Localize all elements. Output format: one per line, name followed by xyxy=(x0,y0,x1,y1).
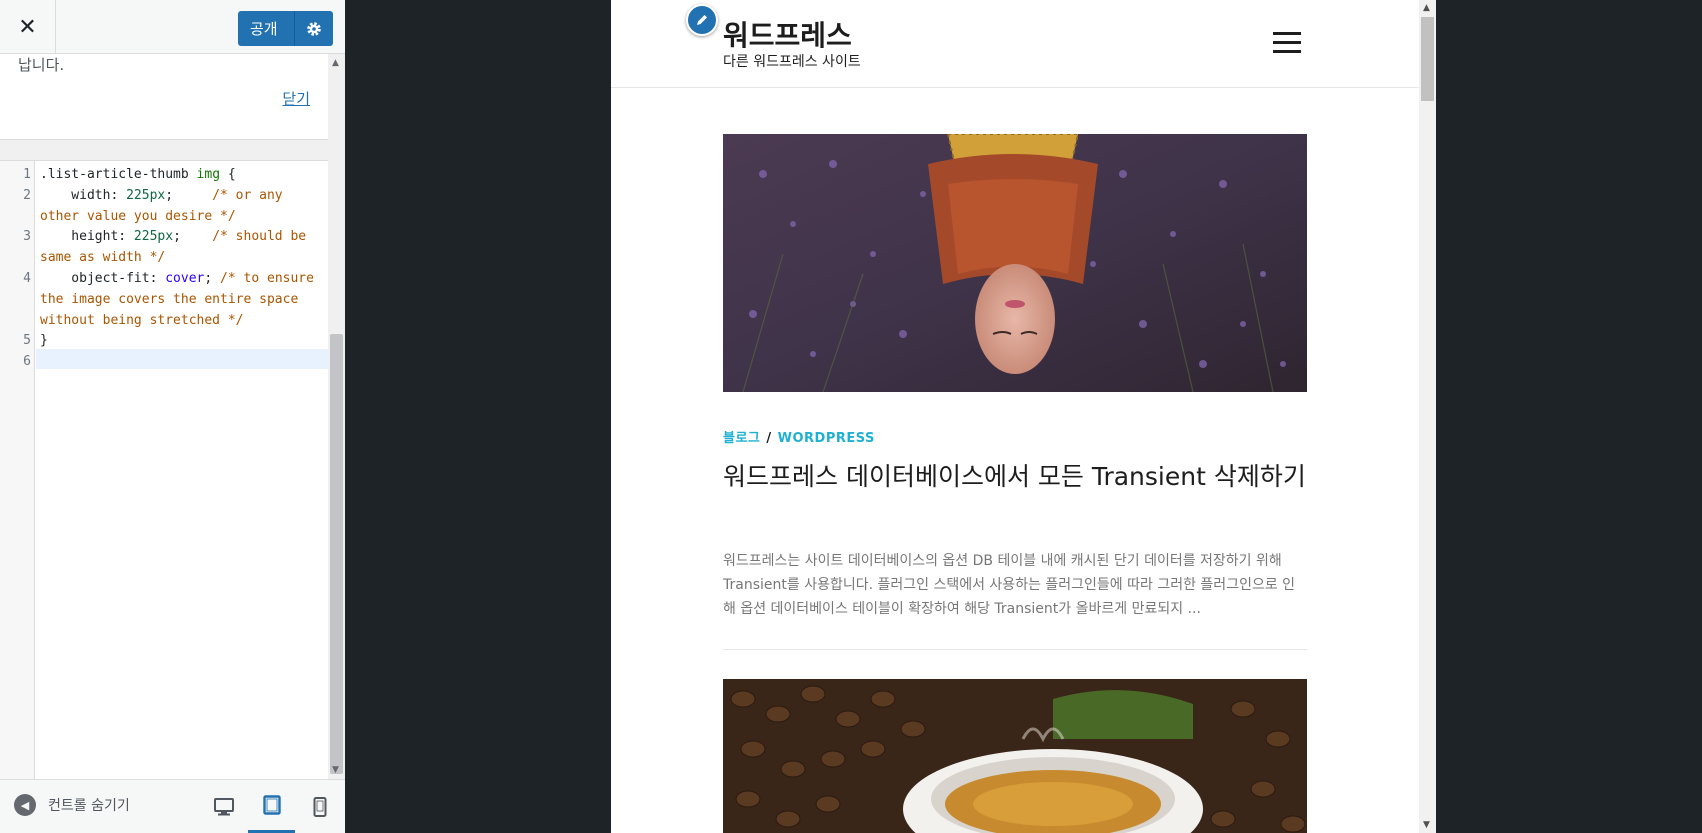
site-header: 워드프레스 다른 워드프레스 사이트 xyxy=(611,0,1419,88)
code-value: 225px xyxy=(133,229,174,245)
code-comment-wrap: same as width */ xyxy=(40,250,166,266)
pencil-icon xyxy=(697,15,707,25)
scroll-down-arrow-icon[interactable]: ▼ xyxy=(332,765,339,775)
collapse-label: 컨트롤 숨기기 xyxy=(48,798,130,814)
code-line: object-fit: cover; /* to ensure xyxy=(40,269,324,290)
code-property: height: xyxy=(40,229,134,245)
post-excerpt: 워드프레스는 사이트 데이터베이스의 옵션 DB 테이블 내에 캐시된 단기 데… xyxy=(723,553,1296,617)
mobile-icon xyxy=(313,797,326,817)
code-comment: /* should be xyxy=(180,229,307,245)
edit-shortcut-button[interactable] xyxy=(686,4,718,36)
category-separator: / xyxy=(766,431,772,446)
hamburger-icon xyxy=(1273,32,1301,35)
publish-settings-button[interactable] xyxy=(295,11,333,46)
code-value: cover xyxy=(165,271,205,286)
code-line: width: 225px; /* or any xyxy=(40,186,324,207)
menu-toggle-button[interactable] xyxy=(1273,32,1301,54)
line-number: 2 xyxy=(23,187,31,203)
code-property: width: xyxy=(40,187,127,203)
post-thumbnail[interactable] xyxy=(723,134,1307,392)
code-comment-wrap: without being stretched */ xyxy=(40,312,244,328)
code-semicolon: ; xyxy=(173,229,181,245)
notice-box: 납니다. 닫기 xyxy=(0,54,328,140)
line-number: 4 xyxy=(23,271,31,286)
scrollbar-thumb[interactable] xyxy=(1421,17,1434,101)
collapse-sidebar-button[interactable]: ◀ 컨트롤 숨기기 xyxy=(14,794,130,816)
line-number: 6 xyxy=(23,354,31,370)
hamburger-icon-bar xyxy=(1273,50,1301,53)
scroll-up-arrow-icon[interactable]: ▲ xyxy=(332,58,339,68)
post-thumbnail[interactable] xyxy=(723,679,1307,833)
code-comment-wrap: other value you desire */ xyxy=(40,208,236,224)
site-preview: 워드프레스 다른 워드프레스 사이트 블로그 / WORDPRESS 워드프레스… xyxy=(611,0,1419,833)
code-tag: img xyxy=(196,167,221,182)
code-comment: /* to ensure xyxy=(212,271,314,286)
category-link[interactable]: 블로그 xyxy=(723,431,760,446)
code-brace: { xyxy=(220,167,236,182)
hamburger-icon-bar xyxy=(1273,41,1301,44)
code-comment-wrap: the image covers the entire space xyxy=(40,291,299,307)
notice-close-link[interactable]: 닫기 xyxy=(282,88,310,109)
code-value: 225px xyxy=(126,187,166,203)
category-link[interactable]: WORDPRESS xyxy=(778,431,875,446)
code-line: .list-article-thumb img { xyxy=(40,165,324,186)
featured-image-coffee xyxy=(723,679,1307,833)
preview-mobile-button[interactable] xyxy=(296,780,343,833)
scroll-up-arrow-icon[interactable]: ▲ xyxy=(1423,3,1430,13)
code-line: } xyxy=(40,333,48,349)
line-number: 5 xyxy=(23,333,31,349)
panel-footer: ◀ 컨트롤 숨기기 xyxy=(0,779,345,833)
collapse-arrow-icon: ◀ xyxy=(14,794,36,816)
preview-scrollbar[interactable]: ▲ ▼ xyxy=(1419,0,1436,833)
customizer-panel: ✕ 공개 납니다. 닫기 1 2 3 4 5 6 .list-article-t… xyxy=(0,0,345,833)
gear-icon xyxy=(306,21,321,36)
line-number-gutter: 1 2 3 4 5 6 xyxy=(0,161,35,779)
featured-image-lavender xyxy=(723,134,1307,392)
panel-scrollbar[interactable]: ▲ ▼ xyxy=(328,54,345,779)
code-selector: .list-article-thumb xyxy=(40,167,197,182)
preview-desktop-button[interactable] xyxy=(200,780,247,833)
code-line: height: 225px; /* should be xyxy=(40,227,324,248)
preview-tablet-button[interactable] xyxy=(248,780,295,833)
close-customizer-button[interactable]: ✕ xyxy=(0,0,56,54)
desktop-icon xyxy=(213,798,234,816)
code-semicolon: ; xyxy=(165,187,174,203)
post-title-link[interactable]: 워드프레스 데이터베이스에서 모든 Transient 삭제하기 xyxy=(723,458,1307,495)
line-number: 3 xyxy=(23,229,31,245)
post-categories: 블로그 / WORDPRESS xyxy=(723,427,875,446)
panel-content: 납니다. 닫기 1 2 3 4 5 6 .list-article-thumb … xyxy=(0,54,328,779)
scroll-down-arrow-icon[interactable]: ▼ xyxy=(1423,820,1430,830)
publish-button[interactable]: 공개 xyxy=(238,11,295,46)
css-code-editor[interactable]: 1 2 3 4 5 6 .list-article-thumb img { wi… xyxy=(0,160,328,779)
code-property: object-fit: xyxy=(40,271,166,286)
site-tagline: 다른 워드프레스 사이트 xyxy=(723,54,861,70)
code-comment: /* or any xyxy=(173,187,283,203)
close-icon: ✕ xyxy=(18,14,37,40)
publish-button-group: 공개 xyxy=(238,11,333,46)
notice-text: 납니다. xyxy=(18,56,65,74)
panel-header: ✕ 공개 xyxy=(0,0,345,54)
tablet-icon xyxy=(262,795,281,815)
line-number: 1 xyxy=(23,167,31,182)
site-title[interactable]: 워드프레스 xyxy=(723,14,852,54)
post-divider xyxy=(723,649,1307,650)
scrollbar-thumb[interactable] xyxy=(330,334,343,774)
